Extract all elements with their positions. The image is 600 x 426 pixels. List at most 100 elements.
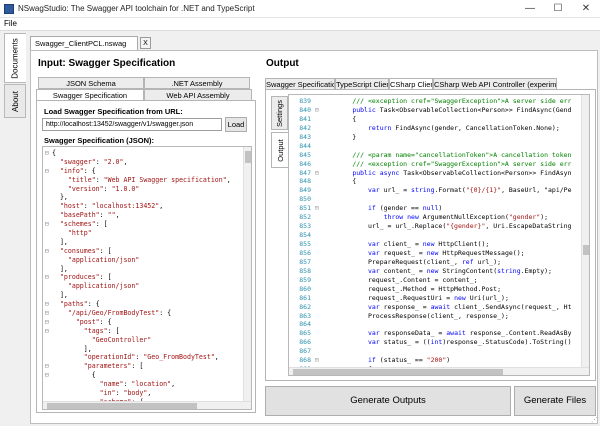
json-line-text: "http" (67, 229, 92, 238)
code-line-text: return FindAsync(gender, CancellationTok… (367, 123, 560, 132)
code-line-text: var client_ = new HttpClient(); (367, 240, 490, 248)
code-vertical-scroll-thumb[interactable] (583, 245, 589, 255)
code-line: 850 (289, 195, 581, 204)
output-side-tab-output[interactable]: Output (271, 132, 288, 168)
code-line: 863 ProcessResponse(client_, response_); (289, 312, 581, 321)
output-side-tab-settings[interactable]: Settings (271, 96, 288, 130)
line-number: 868 (299, 356, 311, 365)
line-number: 860 (299, 284, 311, 293)
line-number: 853 (299, 222, 311, 231)
maximize-button[interactable]: ☐ (544, 0, 572, 18)
json-line: "http" (45, 229, 241, 238)
line-number: 842 (299, 123, 311, 132)
json-horizontal-scroll-thumb[interactable] (47, 403, 197, 409)
json-line: ], (45, 291, 241, 300)
json-vertical-scroll-thumb[interactable] (245, 151, 251, 163)
code-line: 859 request_.Content = content_; (289, 276, 581, 285)
fold-gutter (45, 336, 52, 345)
json-line: ⊟ "post": { (45, 318, 241, 327)
json-line-text: "parameters": [ (83, 362, 144, 371)
collapse-icon[interactable]: ⊟ (45, 309, 52, 318)
swagger-url-input[interactable] (42, 118, 222, 131)
line-number: 841 (299, 114, 311, 123)
json-line-text: "schemes": [ (59, 220, 108, 229)
load-button[interactable]: Load (225, 117, 247, 132)
code-line: 854 (289, 231, 581, 240)
fold-gutter (315, 231, 321, 240)
json-editor[interactable]: ⊟{ "swagger": "2.0", ⊟ "info": { "title":… (42, 146, 252, 410)
json-line: "in": "body", (45, 389, 241, 398)
code-line: 860 request_.Method = HttpMethod.Post; (289, 285, 581, 294)
code-line-text: var responseData_ = await response_.Cont… (367, 329, 572, 338)
fold-gutter (45, 256, 52, 265)
input-panel-title: Input: Swagger Specification (38, 58, 176, 69)
json-line-text: "title": "Web API Swagger specification"… (67, 175, 231, 184)
line-number: 856 (299, 248, 311, 257)
output-panel-title: Output (266, 58, 299, 69)
collapse-icon[interactable]: ⊟ (45, 362, 52, 371)
json-vertical-scrollbar[interactable] (243, 147, 251, 409)
fold-gutter (45, 345, 52, 354)
line-number: 854 (299, 231, 311, 240)
json-line-text: "basePath": "", (59, 211, 120, 220)
code-editor[interactable]: 839 /// <exception cref="SwaggerExceptio… (288, 94, 590, 376)
sidebar-tab-documents-label: Documents (11, 37, 20, 79)
resize-grip-icon[interactable]: ⋰ (591, 416, 598, 424)
line-number: 850 (299, 195, 311, 204)
sidebar-tab-documents[interactable]: Documents (4, 33, 26, 83)
collapse-icon[interactable]: ⊟ (45, 167, 52, 176)
code-line: 844 (289, 142, 581, 151)
line-number: 858 (299, 266, 311, 275)
code-line-text: { (321, 114, 357, 123)
json-line-text: "host": "localhost:13452", (59, 202, 164, 211)
code-line: 841 { (289, 115, 581, 124)
tab-dotnet-assembly[interactable]: .NET Assembly (144, 77, 250, 89)
code-line-text: var url_ = string.Format("{0}/{1}", Base… (367, 186, 572, 195)
collapse-icon[interactable]: ⊟ (45, 327, 52, 336)
json-line: ⊟ "tags": [ (45, 327, 241, 336)
line-number: 866 (299, 338, 311, 347)
json-line-text: { (52, 149, 56, 157)
json-horizontal-scrollbar[interactable] (43, 401, 251, 409)
code-line-text: /// <param name="cancellationToken">A ca… (352, 150, 572, 159)
json-line: ⊟ "parameters": [ (45, 362, 241, 371)
collapse-icon[interactable]: ⊟ (45, 300, 52, 309)
fold-gutter (45, 211, 52, 220)
code-horizontal-scrollbar[interactable] (289, 367, 589, 375)
collapse-icon[interactable]: ⊟ (45, 371, 52, 380)
collapse-icon[interactable]: ⊟ (45, 247, 52, 256)
code-vertical-scrollbar[interactable] (581, 95, 589, 375)
code-horizontal-scroll-thumb[interactable] (293, 369, 503, 375)
code-line: 852 throw new ArgumentNullException("gen… (289, 213, 581, 222)
line-number: 846 (299, 159, 311, 168)
json-line: "operationId": "Geo_FromBodyTest", (45, 353, 241, 362)
menu-file[interactable]: File (4, 19, 17, 28)
code-line: 861 request_.RequestUri = new Uri(url_); (289, 294, 581, 303)
sidebar-tab-about[interactable]: About (4, 84, 26, 118)
collapse-icon[interactable]: ⊟ (45, 149, 52, 158)
fold-gutter (45, 353, 52, 362)
json-line-text: ], (52, 264, 68, 273)
json-line: ⊟ "schemes": [ (45, 220, 241, 229)
url-label: Load Swagger Specification from URL: (44, 107, 183, 116)
generate-files-button[interactable]: Generate Files (514, 386, 596, 416)
collapse-icon[interactable]: ⊟ (45, 220, 52, 229)
minimize-button[interactable]: — (516, 0, 544, 18)
close-button[interactable]: ✕ (572, 0, 600, 18)
line-number: 855 (299, 240, 311, 248)
document-tab-close-button[interactable]: X (140, 37, 151, 49)
json-line: }, (45, 193, 241, 202)
json-line-text: "version": "1.0.0" (67, 184, 140, 193)
document-tab[interactable]: Swagger_ClientPCL.nswag (30, 36, 138, 50)
fold-gutter (45, 291, 52, 300)
collapse-icon[interactable]: ⊟ (45, 318, 52, 327)
code-line-text: request_.Method = HttpMethod.Post; (321, 284, 502, 293)
json-line-text: "name": "location", (99, 380, 176, 389)
generate-outputs-button[interactable]: Generate Outputs (265, 386, 511, 416)
json-line: "host": "localhost:13452", (45, 202, 241, 211)
output-side-tab-output-label: Output (275, 138, 285, 162)
collapse-icon[interactable]: ⊟ (45, 273, 52, 282)
json-line-text: }, (52, 193, 68, 202)
tab-json-schema[interactable]: JSON Schema (38, 77, 144, 89)
code-line: 851 ⊟ if (gender == null) (289, 204, 581, 213)
